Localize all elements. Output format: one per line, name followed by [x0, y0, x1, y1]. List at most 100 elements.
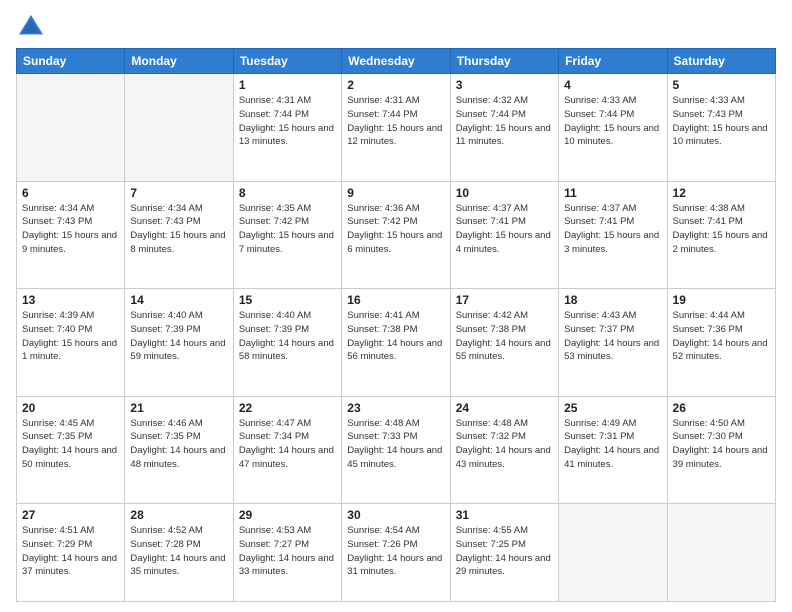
day-info: Sunrise: 4:50 AMSunset: 7:30 PMDaylight:…: [673, 417, 770, 472]
calendar-cell: 16 Sunrise: 4:41 AMSunset: 7:38 PMDayligh…: [342, 289, 450, 397]
day-number: 29: [239, 508, 336, 522]
calendar-table: SundayMondayTuesdayWednesdayThursdayFrid…: [16, 48, 776, 602]
calendar-cell: [667, 504, 775, 602]
week-row-5: 27Sunrise: 4:51 AMSunset: 7:29 PMDayligh…: [17, 504, 776, 602]
week-row-3: 13 Sunrise: 4:39 AMSunset: 7:40 PMDayligh…: [17, 289, 776, 397]
day-number: 16: [347, 293, 444, 307]
calendar-cell: 15 Sunrise: 4:40 AMSunset: 7:39 PMDayligh…: [233, 289, 341, 397]
day-number: 5: [673, 78, 770, 92]
day-info: Sunrise: 4:48 AMSunset: 7:32 PMDaylight:…: [456, 417, 553, 472]
day-info: Sunrise: 4:45 AMSunset: 7:35 PMDaylight:…: [22, 417, 119, 472]
day-info: Sunrise: 4:39 AMSunset: 7:40 PMDaylight:…: [22, 309, 119, 364]
day-info: Sunrise: 4:31 AMSunset: 7:44 PMDaylight:…: [347, 94, 444, 149]
day-number: 19: [673, 293, 770, 307]
calendar-cell: 11 Sunrise: 4:37 AMSunset: 7:41 PMDayligh…: [559, 181, 667, 289]
day-number: 25: [564, 401, 661, 415]
calendar-cell: 21 Sunrise: 4:46 AMSunset: 7:35 PMDayligh…: [125, 396, 233, 504]
day-number: 26: [673, 401, 770, 415]
calendar-header-row: SundayMondayTuesdayWednesdayThursdayFrid…: [17, 49, 776, 74]
day-info: Sunrise: 4:40 AMSunset: 7:39 PMDaylight:…: [130, 309, 227, 364]
calendar-cell: 25 Sunrise: 4:49 AMSunset: 7:31 PMDayligh…: [559, 396, 667, 504]
day-number: 23: [347, 401, 444, 415]
calendar-cell: 31Sunrise: 4:55 AMSunset: 7:25 PMDayligh…: [450, 504, 558, 602]
calendar-cell: 4Sunrise: 4:33 AMSunset: 7:44 PMDaylight…: [559, 74, 667, 182]
day-header-thursday: Thursday: [450, 49, 558, 74]
day-info: Sunrise: 4:37 AMSunset: 7:41 PMDaylight:…: [564, 202, 661, 257]
day-info: Sunrise: 4:48 AMSunset: 7:33 PMDaylight:…: [347, 417, 444, 472]
calendar-cell: 14 Sunrise: 4:40 AMSunset: 7:39 PMDayligh…: [125, 289, 233, 397]
day-number: 10: [456, 186, 553, 200]
calendar-cell: 28Sunrise: 4:52 AMSunset: 7:28 PMDayligh…: [125, 504, 233, 602]
day-info: Sunrise: 4:44 AMSunset: 7:36 PMDaylight:…: [673, 309, 770, 364]
day-info: Sunrise: 4:40 AMSunset: 7:39 PMDaylight:…: [239, 309, 336, 364]
day-info: Sunrise: 4:34 AMSunset: 7:43 PMDaylight:…: [22, 202, 119, 257]
day-info: Sunrise: 4:51 AMSunset: 7:29 PMDaylight:…: [22, 524, 119, 579]
day-info: Sunrise: 4:38 AMSunset: 7:41 PMDaylight:…: [673, 202, 770, 257]
day-header-friday: Friday: [559, 49, 667, 74]
day-number: 28: [130, 508, 227, 522]
day-number: 17: [456, 293, 553, 307]
calendar-cell: 23 Sunrise: 4:48 AMSunset: 7:33 PMDayligh…: [342, 396, 450, 504]
day-info: Sunrise: 4:46 AMSunset: 7:35 PMDaylight:…: [130, 417, 227, 472]
calendar-cell: 22Sunrise: 4:47 AMSunset: 7:34 PMDayligh…: [233, 396, 341, 504]
day-number: 8: [239, 186, 336, 200]
day-header-tuesday: Tuesday: [233, 49, 341, 74]
calendar-cell: 3 Sunrise: 4:32 AMSunset: 7:44 PMDaylight…: [450, 74, 558, 182]
day-number: 11: [564, 186, 661, 200]
calendar-cell: 20 Sunrise: 4:45 AMSunset: 7:35 PMDayligh…: [17, 396, 125, 504]
day-number: 20: [22, 401, 119, 415]
day-number: 15: [239, 293, 336, 307]
day-header-monday: Monday: [125, 49, 233, 74]
calendar-cell: 27Sunrise: 4:51 AMSunset: 7:29 PMDayligh…: [17, 504, 125, 602]
calendar-cell: 9 Sunrise: 4:36 AMSunset: 7:42 PMDaylight…: [342, 181, 450, 289]
calendar-cell: 10 Sunrise: 4:37 AMSunset: 7:41 PMDayligh…: [450, 181, 558, 289]
header: [16, 12, 776, 42]
calendar-cell: 30Sunrise: 4:54 AMSunset: 7:26 PMDayligh…: [342, 504, 450, 602]
calendar-cell: 5Sunrise: 4:33 AMSunset: 7:43 PMDaylight…: [667, 74, 775, 182]
day-number: 21: [130, 401, 227, 415]
day-number: 22: [239, 401, 336, 415]
day-info: Sunrise: 4:41 AMSunset: 7:38 PMDaylight:…: [347, 309, 444, 364]
calendar-cell: [559, 504, 667, 602]
day-info: Sunrise: 4:53 AMSunset: 7:27 PMDaylight:…: [239, 524, 336, 579]
calendar-cell: 8Sunrise: 4:35 AMSunset: 7:42 PMDaylight…: [233, 181, 341, 289]
calendar-page: SundayMondayTuesdayWednesdayThursdayFrid…: [0, 0, 792, 612]
day-info: Sunrise: 4:43 AMSunset: 7:37 PMDaylight:…: [564, 309, 661, 364]
calendar-cell: 19 Sunrise: 4:44 AMSunset: 7:36 PMDayligh…: [667, 289, 775, 397]
day-info: Sunrise: 4:42 AMSunset: 7:38 PMDaylight:…: [456, 309, 553, 364]
week-row-4: 20 Sunrise: 4:45 AMSunset: 7:35 PMDayligh…: [17, 396, 776, 504]
day-number: 24: [456, 401, 553, 415]
calendar-cell: 29 Sunrise: 4:53 AMSunset: 7:27 PMDayligh…: [233, 504, 341, 602]
day-number: 13: [22, 293, 119, 307]
day-info: Sunrise: 4:49 AMSunset: 7:31 PMDaylight:…: [564, 417, 661, 472]
calendar-cell: 1Sunrise: 4:31 AMSunset: 7:44 PMDaylight…: [233, 74, 341, 182]
day-number: 14: [130, 293, 227, 307]
calendar-cell: [125, 74, 233, 182]
calendar-cell: 2 Sunrise: 4:31 AMSunset: 7:44 PMDaylight…: [342, 74, 450, 182]
logo-icon: [16, 12, 46, 42]
day-info: Sunrise: 4:55 AMSunset: 7:25 PMDaylight:…: [456, 524, 553, 579]
day-header-saturday: Saturday: [667, 49, 775, 74]
calendar-cell: 26 Sunrise: 4:50 AMSunset: 7:30 PMDayligh…: [667, 396, 775, 504]
calendar-cell: 18 Sunrise: 4:43 AMSunset: 7:37 PMDayligh…: [559, 289, 667, 397]
calendar-cell: 24 Sunrise: 4:48 AMSunset: 7:32 PMDayligh…: [450, 396, 558, 504]
logo: [16, 12, 48, 42]
day-info: Sunrise: 4:54 AMSunset: 7:26 PMDaylight:…: [347, 524, 444, 579]
calendar-cell: 12 Sunrise: 4:38 AMSunset: 7:41 PMDayligh…: [667, 181, 775, 289]
day-header-wednesday: Wednesday: [342, 49, 450, 74]
day-info: Sunrise: 4:32 AMSunset: 7:44 PMDaylight:…: [456, 94, 553, 149]
day-number: 9: [347, 186, 444, 200]
day-number: 12: [673, 186, 770, 200]
day-info: Sunrise: 4:37 AMSunset: 7:41 PMDaylight:…: [456, 202, 553, 257]
day-number: 2: [347, 78, 444, 92]
calendar-cell: 13 Sunrise: 4:39 AMSunset: 7:40 PMDayligh…: [17, 289, 125, 397]
day-info: Sunrise: 4:36 AMSunset: 7:42 PMDaylight:…: [347, 202, 444, 257]
day-number: 18: [564, 293, 661, 307]
day-header-sunday: Sunday: [17, 49, 125, 74]
calendar-cell: 7Sunrise: 4:34 AMSunset: 7:43 PMDaylight…: [125, 181, 233, 289]
day-info: Sunrise: 4:33 AMSunset: 7:44 PMDaylight:…: [564, 94, 661, 149]
day-number: 3: [456, 78, 553, 92]
calendar-cell: 6Sunrise: 4:34 AMSunset: 7:43 PMDaylight…: [17, 181, 125, 289]
week-row-2: 6Sunrise: 4:34 AMSunset: 7:43 PMDaylight…: [17, 181, 776, 289]
day-number: 1: [239, 78, 336, 92]
